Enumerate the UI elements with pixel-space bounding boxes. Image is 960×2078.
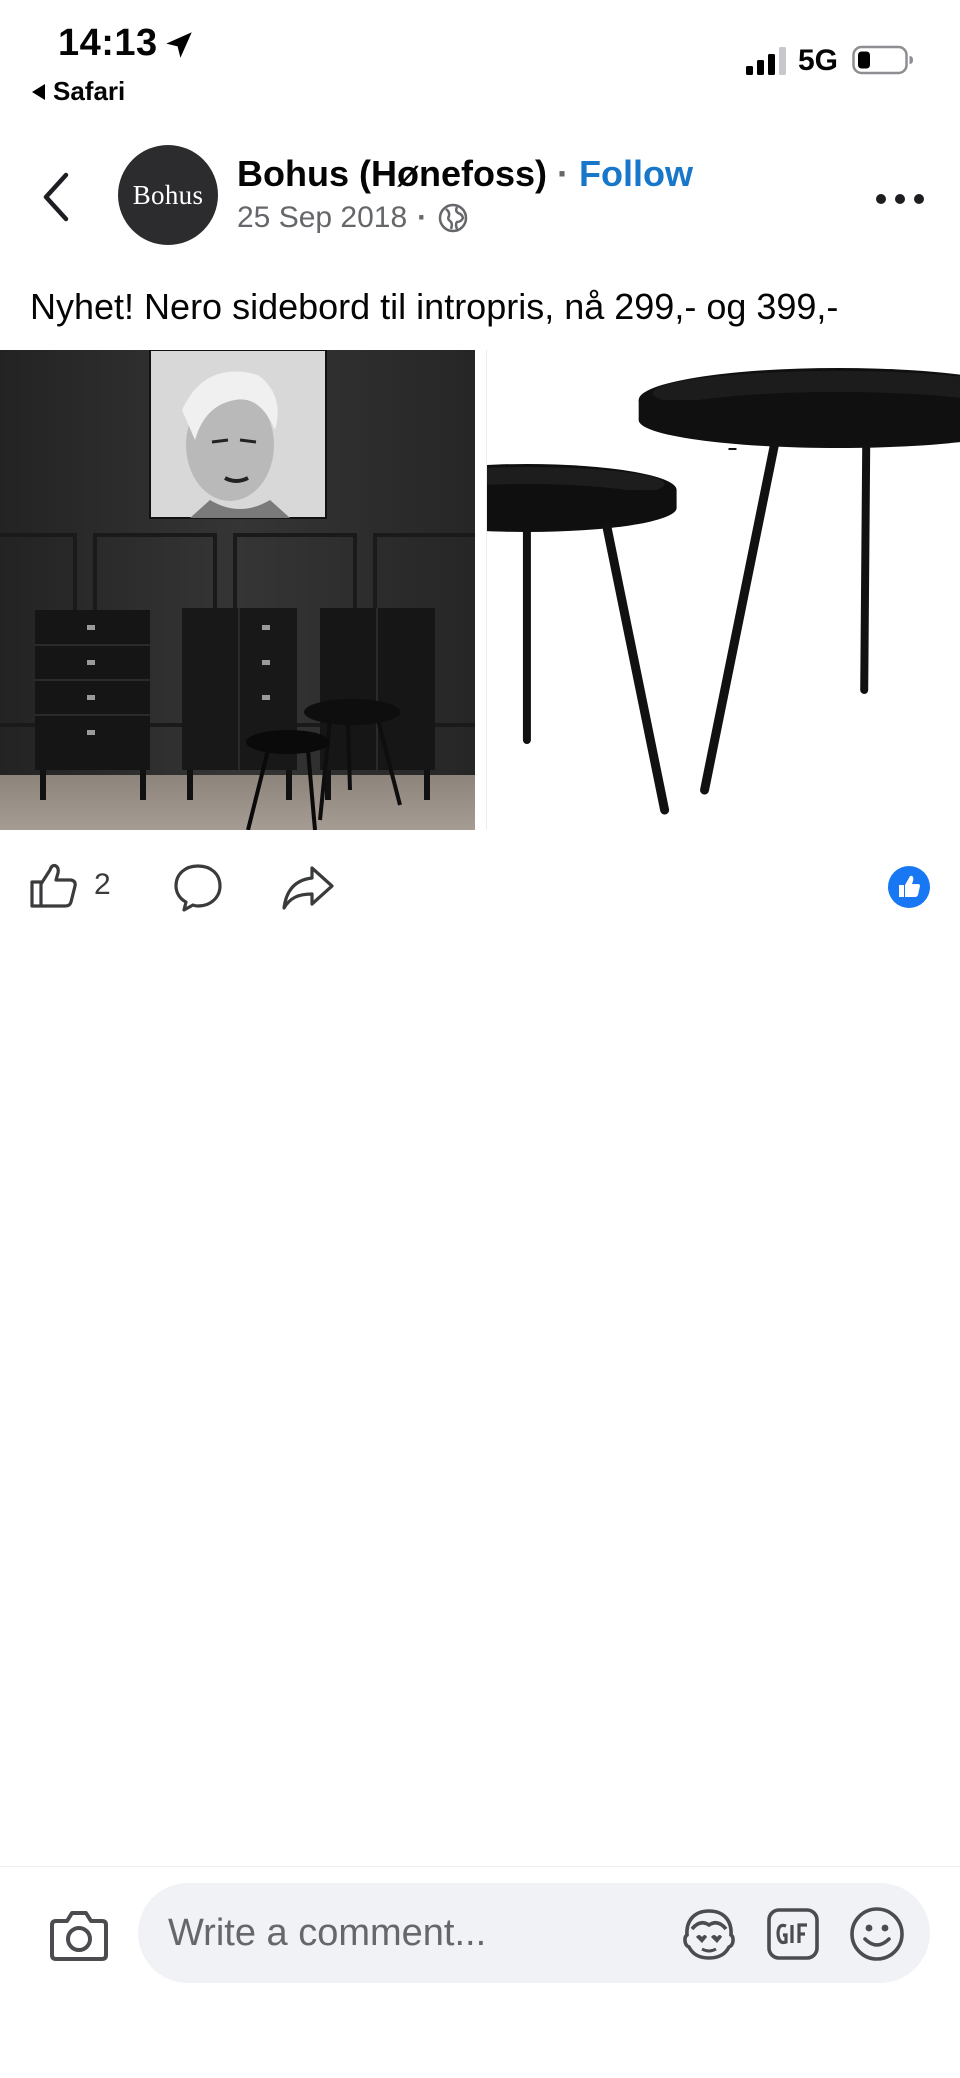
post-photo-showroom[interactable] — [0, 350, 475, 830]
more-dot-icon — [914, 194, 924, 204]
more-dot-icon — [876, 194, 886, 204]
clock: 14:13 — [58, 22, 158, 64]
comment-box — [138, 1883, 930, 1983]
page-name[interactable]: Bohus (Hønefoss) — [237, 153, 547, 195]
like-count[interactable]: 2 — [94, 868, 111, 902]
follow-button[interactable]: Follow — [579, 153, 693, 195]
avatar-logo-text: Bohus — [132, 179, 204, 210]
back-to-app-link[interactable]: Safari — [32, 76, 125, 107]
post-text: Nyhet! Nero sidebord til intropris, nå 2… — [30, 286, 839, 327]
post-date[interactable]: 25 Sep 2018 — [237, 201, 407, 235]
comment-input[interactable] — [168, 1883, 648, 1983]
battery-icon — [852, 45, 913, 75]
page-avatar[interactable]: Bohus — [118, 145, 218, 245]
back-chevron-icon[interactable] — [36, 167, 80, 227]
showroom-illustration — [0, 350, 475, 830]
comment-bubble-icon[interactable] — [172, 862, 224, 914]
post-photo-side-tables[interactable] — [486, 350, 960, 830]
gif-icon[interactable] — [766, 1907, 820, 1961]
like-reaction-icon[interactable] — [888, 866, 930, 908]
post-meta: 25 Sep 2018 · — [237, 201, 469, 235]
back-app-label: Safari — [53, 76, 126, 106]
title-separator: · — [557, 153, 569, 194]
post-header: Bohus Bohus (Hønefoss) · Follow 25 Sep 2… — [0, 135, 960, 265]
globe-icon — [438, 203, 468, 233]
share-arrow-icon[interactable] — [280, 862, 336, 914]
post-actions: 2 — [0, 850, 960, 930]
side-tables-illustration — [487, 350, 960, 830]
location-arrow-icon — [166, 32, 192, 58]
network-type: 5G — [798, 44, 839, 77]
meta-separator: · — [417, 201, 428, 234]
avatar-sticker-icon[interactable] — [680, 1907, 738, 1961]
page-title-line: Bohus (Hønefoss) · Follow — [237, 153, 693, 195]
more-options-button[interactable] — [876, 191, 924, 207]
cellular-signal-icon — [746, 47, 786, 75]
emoji-icon[interactable] — [848, 1905, 906, 1963]
camera-icon[interactable] — [48, 1907, 110, 1963]
more-dot-icon — [895, 194, 905, 204]
comment-composer — [0, 1866, 960, 2078]
back-triangle-icon — [32, 83, 45, 100]
like-thumb-icon[interactable] — [28, 860, 80, 912]
reaction-thumb-icon — [899, 875, 920, 897]
status-bar: 14:13 Safari 5G — [0, 0, 960, 120]
